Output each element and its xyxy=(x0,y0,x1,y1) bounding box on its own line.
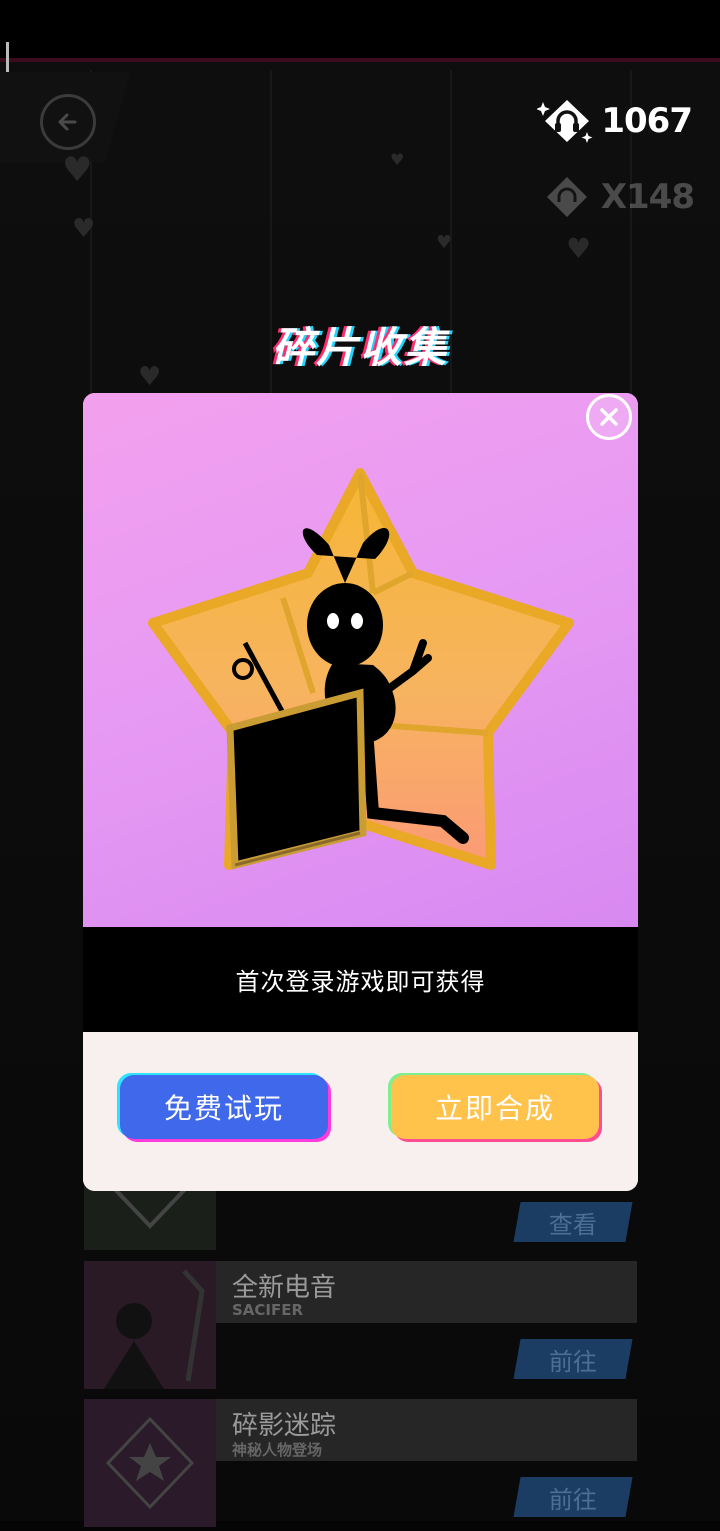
card-subtitle: 神秘人物登场 xyxy=(232,1441,323,1459)
multiplier-value: X148 xyxy=(600,177,695,217)
headphones-token-icon xyxy=(537,100,593,143)
page-title: 碎片收集 xyxy=(271,323,448,372)
view-button[interactable]: 查看 xyxy=(513,1202,633,1242)
sparkle-icon xyxy=(537,102,551,116)
list-item[interactable]: 全新电音 SACIFER 前往 xyxy=(84,1261,637,1389)
card-subtitle: SACIFER xyxy=(232,1301,304,1319)
currency-value: 1067 xyxy=(601,101,693,141)
card-thumbnail xyxy=(84,1261,216,1389)
card-title: 碎影迷踪 xyxy=(232,1411,337,1441)
status-bar xyxy=(0,0,720,60)
list-item[interactable]: 碎影迷踪 神秘人物登场 前往 xyxy=(84,1399,637,1527)
card-title: 全新电音 xyxy=(232,1273,337,1303)
back-arrow-icon xyxy=(58,113,77,131)
goto-button[interactable]: 前往 xyxy=(513,1339,633,1379)
heart-icon: ♥ xyxy=(390,150,405,169)
goto-button[interactable]: 前往 xyxy=(513,1477,633,1517)
currency-counter: 1067 xyxy=(537,96,693,146)
close-icon xyxy=(600,408,618,426)
back-button[interactable] xyxy=(40,94,96,150)
reward-caption: 首次登录游戏即可获得 xyxy=(235,968,486,996)
free-trial-button[interactable]: 免费试玩 xyxy=(120,1075,328,1139)
reward-dialog: 首次登录游戏即可获得 xyxy=(83,393,638,1191)
star-shard-icon xyxy=(105,1416,195,1510)
multiplier-counter: X148 xyxy=(539,174,695,220)
heart-icon: ♥ xyxy=(62,150,93,190)
card-thumbnail xyxy=(84,1399,216,1527)
heart-icon: ♥ xyxy=(436,232,453,253)
close-button[interactable] xyxy=(586,394,632,440)
star-shard-icon xyxy=(148,468,574,870)
reward-artwork xyxy=(83,393,638,927)
headphones-token-icon xyxy=(546,177,587,217)
compose-now-button[interactable]: 立即合成 xyxy=(391,1075,599,1139)
heart-icon: ♥ xyxy=(72,214,96,244)
heart-icon: ♥ xyxy=(566,232,592,265)
caption-bar: 首次登录游戏即可获得 xyxy=(83,927,638,1032)
